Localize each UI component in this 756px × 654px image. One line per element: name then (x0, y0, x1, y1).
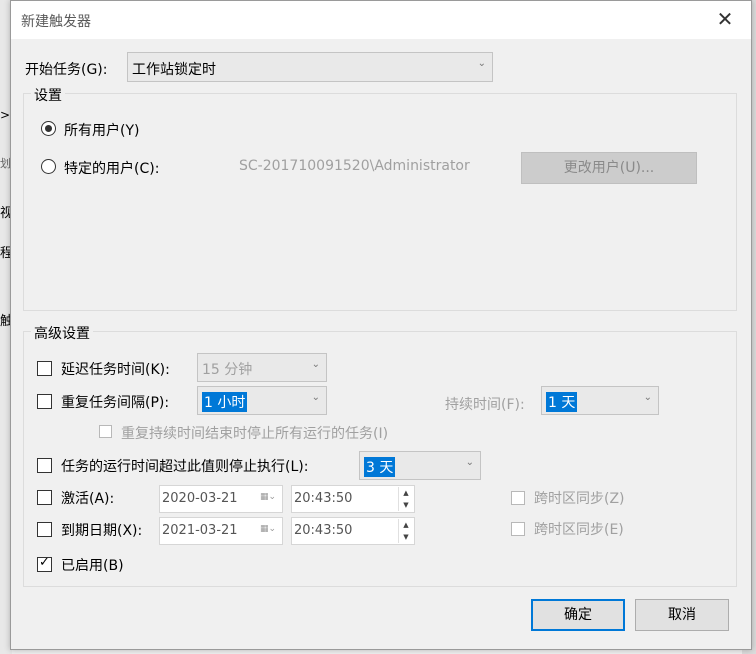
background-fragment: > (0, 108, 11, 122)
specific-user-radio[interactable] (41, 159, 56, 174)
expire-time-field[interactable]: 20:43:50 ▲ ▼ (291, 517, 415, 545)
activate-time-field[interactable]: 20:43:50 ▲ ▼ (291, 485, 415, 513)
expire-date-field[interactable]: 2021-03-21 ▦⌄ (159, 517, 283, 545)
enabled-checkbox[interactable]: ✓ (37, 555, 52, 572)
activate-sync-checkbox[interactable] (511, 491, 525, 505)
enabled-label[interactable]: 已启用(B) (61, 555, 124, 575)
cancel-button[interactable]: 取消 (635, 599, 729, 631)
new-trigger-dialog: 新建触发器 ✕ 开始任务(G): 工作站锁定时 ⌄ 设置 所有用户(Y) 特定的… (10, 0, 752, 650)
activate-date-field[interactable]: 2020-03-21 ▦⌄ (159, 485, 283, 513)
calendar-icon[interactable]: ▦⌄ (260, 492, 276, 502)
duration-value: 1 天 (546, 392, 578, 412)
all-users-radio[interactable] (41, 121, 56, 136)
stop-if-exceeds-label[interactable]: 任务的运行时间超过此值则停止执行(L): (61, 456, 308, 476)
change-user-button[interactable]: 更改用户(U)... (521, 152, 697, 184)
stop-if-exceeds-select[interactable]: 3 天 ⌄ (359, 451, 481, 480)
chevron-down-icon: ⌄ (465, 457, 474, 468)
settings-group-title: 设置 (31, 85, 65, 105)
dialog-title: 新建触发器 (21, 14, 91, 30)
expire-sync-label: 跨时区同步(E) (534, 522, 624, 538)
activate-date-value: 2020-03-21 (162, 491, 238, 506)
delay-task-select[interactable]: 15 分钟 ⌄ (197, 353, 327, 382)
activate-time-value: 20:43:50 (294, 491, 353, 506)
activate-label[interactable]: 激活(A): (61, 488, 114, 508)
delay-task-label[interactable]: 延迟任务时间(K): (61, 359, 170, 379)
expire-time-value: 20:43:50 (294, 523, 353, 538)
repeat-interval-value: 1 小时 (202, 392, 248, 412)
repeat-task-checkbox[interactable] (37, 394, 52, 409)
title-bar: 新建触发器 ✕ (11, 1, 751, 39)
chevron-down-icon: ⌄ (311, 359, 320, 370)
activate-sync-label: 跨时区同步(Z) (534, 491, 625, 507)
expire-date-value: 2021-03-21 (162, 523, 238, 538)
specific-user-label[interactable]: 特定的用户(C): (64, 158, 159, 178)
all-users-label[interactable]: 所有用户(Y) (64, 120, 139, 140)
advanced-group-title: 高级设置 (31, 323, 93, 343)
repeat-task-label[interactable]: 重复任务间隔(P): (61, 392, 169, 412)
chevron-down-icon: ⌄ (477, 58, 486, 69)
repeat-interval-select[interactable]: 1 小时 ⌄ (197, 386, 327, 415)
calendar-icon[interactable]: ▦⌄ (260, 524, 276, 534)
chevron-down-icon: ⌄ (643, 392, 652, 403)
stop-on-repeat-end-checkbox[interactable] (99, 425, 112, 438)
ok-button[interactable]: 确定 (531, 599, 625, 631)
chevron-down-icon: ⌄ (311, 392, 320, 403)
spinner-arrows-icon[interactable]: ▲ ▼ (398, 487, 413, 511)
delay-task-checkbox[interactable] (37, 361, 52, 376)
expire-sync-checkbox[interactable] (511, 522, 525, 536)
stop-if-exceeds-value: 3 天 (364, 457, 396, 477)
start-task-select[interactable]: 工作站锁定时 ⌄ (127, 52, 493, 82)
stop-on-repeat-end-label: 重复持续时间结束时停止所有运行的任务(I) (121, 426, 389, 442)
start-task-value: 工作站锁定时 (132, 62, 216, 78)
checkmark-icon: ✓ (39, 555, 50, 570)
delay-task-value: 15 分钟 (202, 362, 253, 378)
expire-label[interactable]: 到期日期(X): (61, 520, 142, 540)
expire-checkbox[interactable] (37, 522, 52, 537)
start-task-label: 开始任务(G): (25, 62, 108, 78)
stop-if-exceeds-checkbox[interactable] (37, 458, 52, 473)
close-icon[interactable]: ✕ (713, 7, 737, 31)
activate-checkbox[interactable] (37, 490, 52, 505)
duration-label: 持续时间(F): (445, 397, 525, 413)
spinner-arrows-icon[interactable]: ▲ ▼ (398, 519, 413, 543)
user-name-text: SC-201710091520\Administrator (239, 158, 470, 174)
duration-select[interactable]: 1 天 ⌄ (541, 386, 659, 415)
